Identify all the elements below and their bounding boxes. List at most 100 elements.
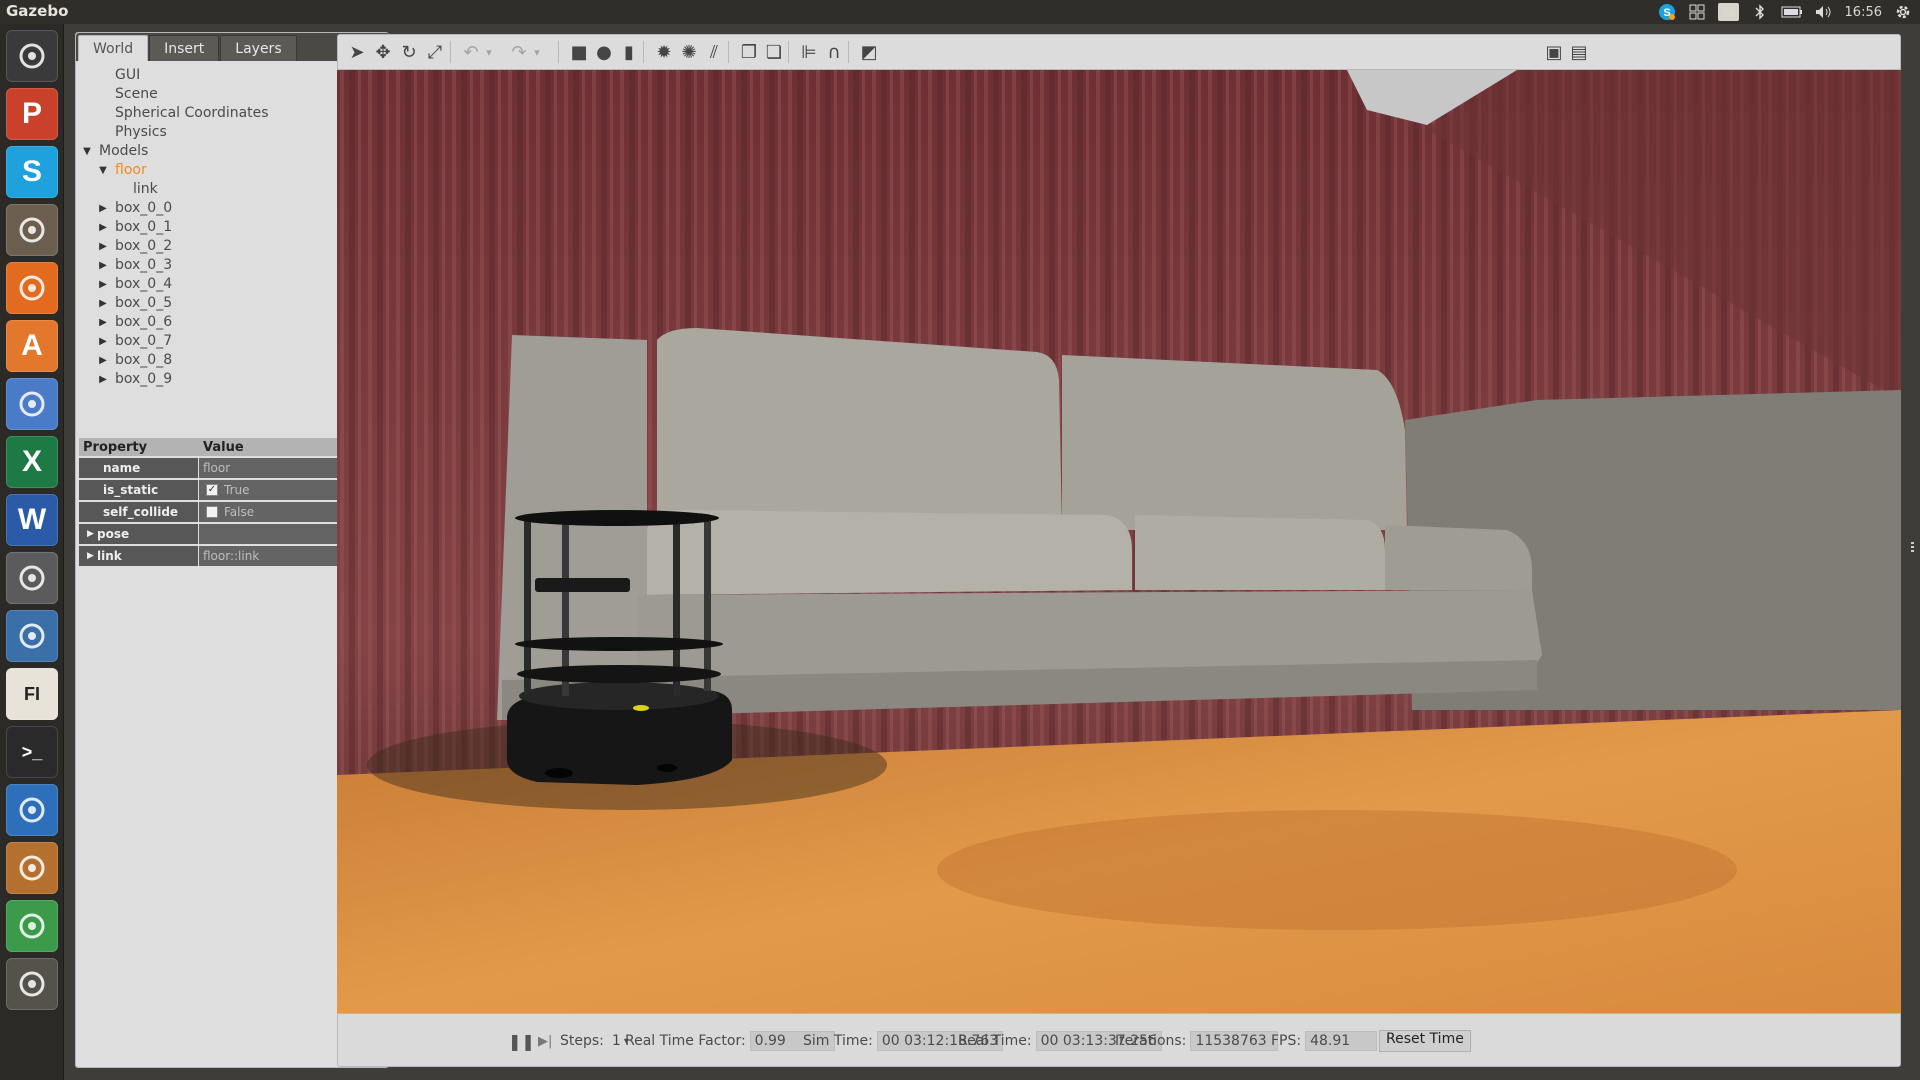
checkbox-unchecked[interactable] — [206, 506, 218, 518]
expand-down-icon[interactable]: ▼ — [96, 165, 110, 176]
launcher-glyph: S — [21, 155, 42, 188]
expand-right-icon[interactable]: ▶ — [96, 355, 110, 366]
align-icon[interactable]: ⊫ — [796, 39, 822, 65]
paste-icon[interactable]: ❏ — [761, 39, 787, 65]
system-settings-icon[interactable] — [6, 552, 58, 604]
spot-light-icon[interactable]: ✺ — [676, 39, 702, 65]
tree-item[interactable]: ▶ box_0_0 — [96, 199, 172, 217]
iterations-value: 11538763 — [1190, 1031, 1279, 1051]
redo-dropdown-icon[interactable]: ▾ — [530, 39, 544, 65]
box-shape-icon[interactable]: ■ — [566, 39, 592, 65]
real-time-label: Real Time: — [958, 1033, 1032, 1049]
expand-right-icon[interactable]: ▶ — [96, 317, 110, 328]
expand-down-icon[interactable]: ▼ — [80, 146, 94, 157]
tree-item[interactable]: Spherical Coordinates — [96, 104, 269, 122]
clock[interactable]: 16:56 — [1845, 3, 1882, 21]
undo-dropdown-icon[interactable]: ▾ — [482, 39, 496, 65]
tree-item[interactable]: ▶ box_0_4 — [96, 275, 172, 293]
tree-item[interactable]: Physics — [96, 123, 167, 141]
expand-right-icon[interactable]: ▶ — [87, 529, 94, 539]
tree-item[interactable]: ▶ box_0_1 — [96, 218, 172, 236]
tab-layers[interactable]: Layers — [220, 35, 297, 61]
tree-item[interactable]: link — [114, 180, 158, 198]
checkbox-checked[interactable]: ✓ — [206, 484, 218, 496]
software-center-icon[interactable]: A — [6, 320, 58, 372]
copy-icon[interactable]: ❐ — [736, 39, 762, 65]
expand-right-icon[interactable]: ▶ — [96, 336, 110, 347]
reset-time-button[interactable]: Reset Time — [1379, 1030, 1471, 1052]
tree-item[interactable]: Scene — [96, 85, 158, 103]
stacked-apps-icon[interactable] — [6, 958, 58, 1010]
expand-right-icon[interactable]: ▶ — [96, 203, 110, 214]
property-key-label: pose — [97, 527, 130, 541]
tree-item[interactable]: GUI — [96, 66, 140, 84]
volume-icon[interactable] — [1815, 3, 1833, 21]
expand-right-icon[interactable]: ▶ — [96, 374, 110, 385]
powerpoint-icon[interactable]: P — [6, 88, 58, 140]
expand-right-icon[interactable]: ▶ — [96, 279, 110, 290]
steps-value[interactable]: 1 — [612, 1033, 621, 1049]
virtualbox-icon[interactable] — [6, 842, 58, 894]
settings-gear-icon[interactable] — [1894, 3, 1912, 21]
sphere-shape-icon[interactable]: ● — [591, 39, 617, 65]
colors-app-icon[interactable] — [6, 378, 58, 430]
tree-item[interactable]: ▶ box_0_2 — [96, 237, 172, 255]
word-icon[interactable]: W — [6, 494, 58, 546]
undo-icon[interactable]: ↶ — [458, 39, 484, 65]
right-panel-grip[interactable] — [1911, 542, 1914, 552]
scale-icon[interactable]: ⤢ — [422, 39, 448, 65]
log-record-icon[interactable]: ▤ — [1566, 39, 1592, 65]
render-3d-viewport[interactable] — [337, 70, 1901, 1013]
tree-item[interactable]: ▶ box_0_9 — [96, 370, 172, 388]
ubuntu-dash-icon[interactable] — [6, 30, 58, 82]
tree-item[interactable]: ▶ box_0_6 — [96, 313, 172, 331]
point-light-icon[interactable]: ✹ — [651, 39, 677, 65]
files-icon[interactable] — [6, 204, 58, 256]
directional-light-icon[interactable]: ⫽ — [701, 39, 727, 65]
tree-item-label: box_0_8 — [115, 352, 173, 368]
firefox-icon[interactable] — [6, 262, 58, 314]
redo-icon[interactable]: ↷ — [506, 39, 532, 65]
expand-right-icon[interactable]: ▶ — [96, 241, 110, 252]
tree-item[interactable]: ▶ box_0_8 — [96, 351, 172, 369]
launcher-glyph: >_ — [21, 741, 43, 762]
expand-right-icon[interactable]: ▶ — [96, 298, 110, 309]
tab-world[interactable]: World — [78, 35, 149, 61]
battery-icon[interactable] — [1781, 3, 1803, 21]
skype-icon[interactable]: S — [6, 146, 58, 198]
tree-item-label: box_0_5 — [115, 295, 173, 311]
property-value-text: True — [224, 483, 250, 497]
cylinder-shape-icon[interactable]: ▮ — [616, 39, 642, 65]
expand-right-icon[interactable]: ▶ — [96, 260, 110, 271]
document-viewer-icon[interactable]: FI — [6, 668, 58, 720]
select-arrow-icon[interactable]: ➤ — [344, 39, 370, 65]
view-angle-icon[interactable]: ◩ — [856, 39, 882, 65]
tree-item[interactable]: ▶ box_0_3 — [96, 256, 172, 274]
pause-button[interactable]: ❚❚ — [508, 1030, 535, 1052]
snap-icon[interactable]: ∩ — [821, 39, 847, 65]
tree-item-label: box_0_4 — [115, 276, 173, 292]
real-time-factor-label: Real Time Factor: — [625, 1033, 746, 1049]
tree-item-label: box_0_2 — [115, 238, 173, 254]
fps-label: FPS: — [1271, 1033, 1302, 1049]
tree-item[interactable]: ▶ box_0_7 — [96, 332, 172, 350]
calc-icon[interactable] — [6, 900, 58, 952]
skype-tray-icon[interactable]: S — [1658, 3, 1676, 21]
tab-insert[interactable]: Insert — [149, 35, 220, 61]
matlab-icon[interactable] — [6, 610, 58, 662]
screenshot-camera-icon[interactable]: ▣ — [1541, 39, 1567, 65]
expand-right-icon[interactable]: ▶ — [87, 551, 94, 561]
excel-icon[interactable]: X — [6, 436, 58, 488]
media-player-icon[interactable] — [6, 784, 58, 836]
tree-item[interactable]: ▼ Models — [80, 142, 148, 160]
terminal-icon[interactable]: >_ — [6, 726, 58, 778]
tree-item[interactable]: ▶ box_0_5 — [96, 294, 172, 312]
translate-icon[interactable]: ✥ — [370, 39, 396, 65]
step-button[interactable]: ▶| — [538, 1030, 552, 1052]
bluetooth-icon[interactable] — [1751, 3, 1769, 21]
rotate-icon[interactable]: ↻ — [396, 39, 422, 65]
expand-right-icon[interactable]: ▶ — [96, 222, 110, 233]
tree-item[interactable]: ▼ floor — [96, 161, 147, 179]
keyboard-layout-indicator[interactable]: Es — [1718, 3, 1739, 21]
workspace-switcher-icon[interactable] — [1688, 3, 1706, 21]
